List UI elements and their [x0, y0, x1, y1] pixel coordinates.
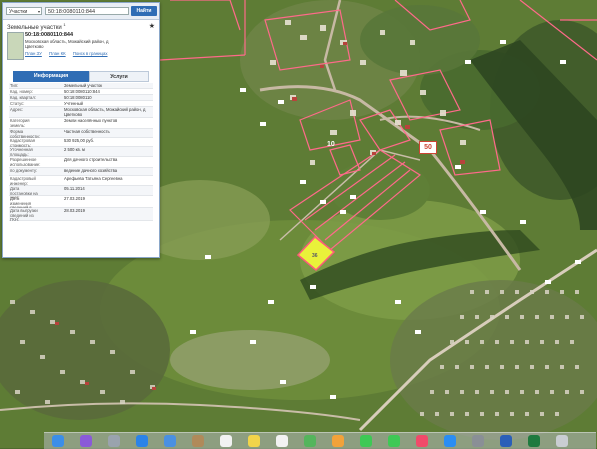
- road-badge: 50: [419, 141, 437, 154]
- table-row: Дата выгрузки сведений из ГКН: 28.03.2019: [9, 208, 153, 223]
- find-button[interactable]: Найти: [131, 6, 157, 16]
- table-row: Дата постановки на учет: 05.11.2014: [9, 186, 153, 200]
- row-key: Кадастровый инженер:: [10, 176, 36, 186]
- row-key: Дата выгрузки сведений из ГКН:: [10, 208, 38, 223]
- facetime-icon[interactable]: [388, 435, 400, 447]
- row-value: 530 925,00 руб.: [64, 138, 95, 143]
- reminders-icon[interactable]: [276, 435, 288, 447]
- row-key: Категория земель:: [10, 118, 30, 128]
- contacts-icon[interactable]: [192, 435, 204, 447]
- link-search-bounds[interactable]: Поиск в границах: [73, 51, 108, 56]
- notes-icon[interactable]: [248, 435, 260, 447]
- row-value: Для дачного строительства: [64, 157, 118, 162]
- panel-tabs: Информация Услуги: [13, 71, 149, 82]
- mail-icon[interactable]: [164, 435, 176, 447]
- row-key: Уточненная площадь:: [10, 147, 33, 157]
- quarter-number-label: 10: [327, 141, 335, 148]
- panel-title-count: 1: [63, 22, 66, 27]
- table-row: по документу: ведение дачного хозяйства: [9, 168, 153, 176]
- row-value: 2 500 кв. м: [64, 147, 85, 152]
- row-value: Земельный участок: [64, 83, 103, 88]
- table-row: Адрес: Московская область, Можайский райо…: [9, 107, 153, 118]
- search-bar: Участки ▾ 50:18:0080110:844 Найти: [3, 3, 159, 20]
- row-value: 05.11.2014: [64, 186, 85, 191]
- row-value: Земли населённых пунктов: [64, 118, 118, 123]
- word-icon[interactable]: [500, 435, 512, 447]
- safari-icon[interactable]: [136, 435, 148, 447]
- preferences-icon[interactable]: [472, 435, 484, 447]
- excel-icon[interactable]: [528, 435, 540, 447]
- search-input[interactable]: 50:18:0080110:844: [45, 7, 129, 15]
- table-row: Дата изменения сведений в ГКН:27.03.2019: [9, 196, 153, 215]
- row-key: Статус:: [10, 101, 25, 106]
- tab-info[interactable]: Информация: [13, 71, 89, 82]
- row-value: 50:18:0080110: [64, 95, 92, 100]
- appstore-icon[interactable]: [444, 435, 456, 447]
- table-row: Уточненная площадь: 2 500 кв. м: [9, 147, 153, 157]
- tab-services[interactable]: Услуги: [89, 71, 149, 82]
- parcel-address: Московская область, Можайский район, д Ц…: [25, 39, 109, 49]
- row-key: по документу:: [10, 168, 38, 173]
- photos-icon[interactable]: [332, 435, 344, 447]
- row-value: 27.03.2019: [64, 196, 85, 201]
- row-value: Московская область, Можайский район, д Ц…: [64, 107, 146, 117]
- music-icon[interactable]: [416, 435, 428, 447]
- row-value: ведение дачного хозяйства: [64, 168, 118, 173]
- finder-icon[interactable]: [52, 435, 64, 447]
- mac-dock: [44, 432, 596, 449]
- row-value: Учтенный: [64, 101, 84, 106]
- category-select[interactable]: Участки ▾: [6, 7, 42, 15]
- table-row: Кадастровая стоимость: 530 925,00 руб.: [9, 138, 153, 147]
- row-key: Разрешенное использование:: [10, 157, 41, 167]
- info-table: Тип: Земельный участок Кад. номер: 50:18:00…: [9, 83, 153, 223]
- chevron-down-icon: ▾: [37, 9, 40, 14]
- link-plan-zu[interactable]: План ЗУ: [25, 51, 42, 56]
- row-key: Тип:: [10, 83, 19, 88]
- messages-icon[interactable]: [360, 435, 372, 447]
- info-panel: Участки ▾ 50:18:0080110:844 Найти Земельн…: [2, 2, 160, 258]
- parcel-links: План ЗУ План КК Поиск в границах: [25, 51, 114, 56]
- row-value: Частная собственность: [64, 129, 110, 134]
- row-key: Кад. номер:: [10, 89, 33, 94]
- table-row: Форма собственности: Частная собственност…: [9, 129, 153, 138]
- siri-icon[interactable]: [80, 435, 92, 447]
- table-row: Кадастровый инженер: Арефьева Татьяна Сер…: [9, 176, 153, 186]
- row-value: 50:18:0080110:844: [64, 89, 100, 94]
- parcel-thumbnail[interactable]: [7, 32, 24, 60]
- calendar-icon[interactable]: [220, 435, 232, 447]
- trash-icon[interactable]: [556, 435, 568, 447]
- row-value: 28.03.2019: [64, 208, 85, 213]
- category-value: Участки: [9, 9, 28, 15]
- row-value: Арефьева Татьяна Сергеевна: [64, 176, 123, 181]
- row-key: Адрес:: [10, 107, 24, 112]
- table-row: Разрешенное использование: Для дачного ст…: [9, 157, 153, 168]
- star-icon[interactable]: ★: [149, 22, 155, 30]
- panel-title-text: Земельные участки: [7, 25, 62, 31]
- row-key: Кад. квартал:: [10, 95, 36, 100]
- launchpad-icon[interactable]: [108, 435, 120, 447]
- parcel-label: 36: [312, 253, 318, 259]
- link-plan-kk[interactable]: План КК: [49, 51, 66, 56]
- parcel-number[interactable]: 50:18:0080110:844: [25, 32, 73, 38]
- maps-icon[interactable]: [304, 435, 316, 447]
- table-row: Категория земель: Земли населённых пункто…: [9, 118, 153, 129]
- panel-title: Земельные участки 1: [7, 22, 66, 31]
